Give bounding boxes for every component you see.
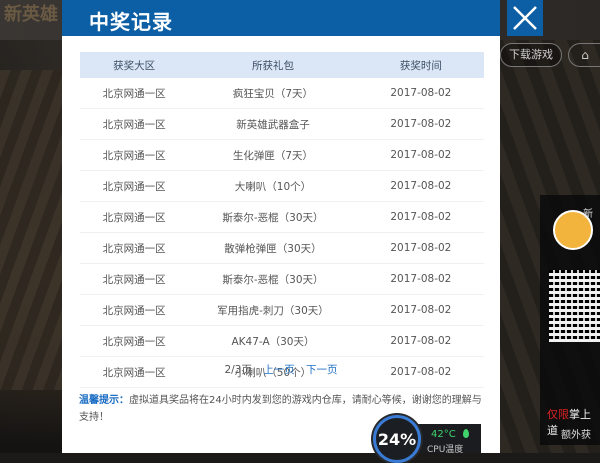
cell-time: 2017-08-02	[357, 325, 484, 357]
prize-record-table: 获奖大区 所获礼包 获奖时间 北京网通一区 疯狂宝贝（7天） 2017-08-02 …	[80, 52, 484, 388]
cpu-temp-label: CPU温度	[427, 445, 464, 455]
column-header-gift: 所获礼包	[188, 52, 358, 78]
cell-gift: 疯狂宝贝（7天）	[188, 78, 358, 109]
cell-gift: 斯泰尔-恶棍（30天）	[188, 201, 358, 233]
cell-gift: 生化弹匣（7天）	[188, 139, 358, 171]
table-row: 北京网通一区 散弹枪弹匣（30天） 2017-08-02	[80, 232, 484, 264]
home-icon[interactable]: ⌂	[568, 43, 600, 67]
side-promo-title: 新	[583, 209, 593, 220]
download-game-button[interactable]: 下载游戏	[500, 43, 562, 67]
prev-page-link[interactable]: 上一页	[263, 364, 295, 376]
column-header-time: 获奖时间	[357, 52, 484, 78]
dialog-title: 中奖记录	[89, 10, 173, 34]
cell-time: 2017-08-02	[357, 263, 484, 295]
cell-time: 2017-08-02	[357, 232, 484, 264]
cell-time: 2017-08-02	[357, 139, 484, 171]
close-button[interactable]	[507, 0, 543, 36]
cell-gift: 新英雄武器盒子	[188, 108, 358, 140]
cell-time: 2017-08-02	[357, 108, 484, 140]
table-row: 北京网通一区 生化弹匣（7天） 2017-08-02	[80, 139, 484, 171]
cell-region: 北京网通一区	[80, 78, 189, 109]
dialog-header: 中奖记录	[62, 0, 500, 36]
cell-gift: 军用指虎-刺刀（30天）	[188, 294, 358, 326]
cpu-temperature: 42°C	[431, 429, 456, 440]
cell-region: 北京网通一区	[80, 263, 189, 295]
cell-gift: 斯泰尔-恶棍（30天）	[188, 263, 358, 295]
prize-record-dialog: 中奖记录 获奖大区 所获礼包 获奖时间 北京网通一区 疯狂宝贝（7天） 2017-0…	[62, 0, 500, 453]
cell-time: 2017-08-02	[357, 294, 484, 326]
cell-gift: 大喇叭（10个）	[188, 170, 358, 202]
cell-region: 北京网通一区	[80, 139, 189, 171]
page-indicator: 2/3页	[224, 364, 252, 376]
temperature-drop-icon	[463, 429, 469, 438]
tip-label: 温馨提示：	[79, 395, 129, 406]
column-header-region: 获奖大区	[80, 52, 189, 78]
table-row: 北京网通一区 斯泰尔-恶棍（30天） 2017-08-02	[80, 263, 484, 295]
cell-region: 北京网通一区	[80, 325, 189, 357]
table-row: 北京网通一区 新英雄武器盒子 2017-08-02	[80, 108, 484, 140]
table-row: 北京网通一区 疯狂宝贝（7天） 2017-08-02	[80, 78, 484, 109]
close-icon	[513, 6, 537, 30]
qr-code	[549, 270, 600, 342]
table-row: 北京网通一区 军用指虎-刺刀（30天） 2017-08-02	[80, 294, 484, 326]
table-row: 北京网通一区 大喇叭（10个） 2017-08-02	[80, 170, 484, 202]
cell-region: 北京网通一区	[80, 170, 189, 202]
cell-gift: 散弹枪弹匣（30天）	[188, 232, 358, 264]
table-row: 北京网通一区 斯泰尔-恶棍（30天） 2017-08-02	[80, 201, 484, 233]
pagination: 2/3页 上一页 下一页	[62, 362, 500, 377]
next-page-link[interactable]: 下一页	[306, 364, 338, 376]
cell-region: 北京网通一区	[80, 294, 189, 326]
cell-time: 2017-08-02	[357, 78, 484, 109]
cell-time: 2017-08-02	[357, 170, 484, 202]
cell-time: 2017-08-02	[357, 201, 484, 233]
table-header-row: 获奖大区 所获礼包 获奖时间	[80, 52, 484, 78]
side-promo-subtext: 额外获	[561, 430, 591, 441]
cell-region: 北京网通一区	[80, 232, 189, 264]
cpu-usage-gauge: 24%	[373, 415, 421, 463]
cell-gift: AK47-A（30天）	[188, 325, 358, 357]
cpu-monitor-widget[interactable]: 24% 42°C CPU温度	[373, 415, 483, 463]
cell-region: 北京网通一区	[80, 201, 189, 233]
cell-region: 北京网通一区	[80, 108, 189, 140]
table-row: 北京网通一区 AK47-A（30天） 2017-08-02	[80, 325, 484, 357]
